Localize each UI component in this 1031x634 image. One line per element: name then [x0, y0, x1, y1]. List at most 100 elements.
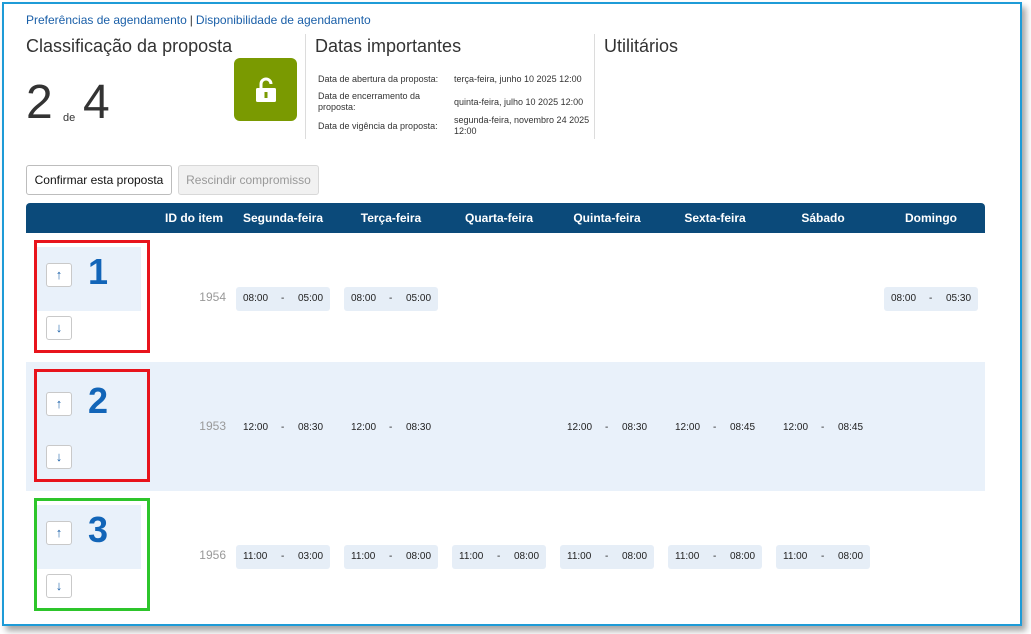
time-slot-start: 11:00 — [459, 551, 484, 562]
time-slot-dash: - — [389, 293, 393, 304]
time-slot: 11:00 - 08:00 — [452, 545, 546, 569]
time-slot-end: 08:00 — [838, 551, 864, 562]
table-row: ↑ ↓ 1 1954 08:00 - 05:00 08:00 - 05:00 08:00 - 05:30 — [26, 233, 985, 362]
scheduling-availability-link[interactable]: Disponibilidade de agendamento — [196, 13, 371, 27]
time-slot: 08:00 - 05:00 — [344, 287, 438, 311]
important-dates-title: Datas importantes — [315, 36, 462, 56]
time-slot-dash: - — [497, 551, 501, 562]
move-up-button[interactable]: ↑ — [46, 263, 72, 287]
header-friday: Sexta-feira — [684, 211, 746, 225]
time-slot: 11:00 - 08:00 — [668, 545, 762, 569]
header-wednesday: Quarta-feira — [464, 211, 534, 225]
ranking-title: Classificação da proposta — [26, 36, 233, 56]
time-slot: 08:00 - 05:30 — [884, 287, 978, 311]
date-row-effective: Data de vigência da proposta: segunda-fe… — [316, 114, 596, 138]
arrow-down-icon: ↓ — [55, 578, 63, 593]
time-slot-start: 11:00 — [783, 551, 808, 562]
time-slot-dash: - — [713, 422, 717, 433]
time-slot: 12:00 - 08:30 — [344, 416, 438, 440]
time-slot-dash: - — [821, 551, 825, 562]
confirm-proposal-button[interactable]: Confirmar esta proposta — [26, 165, 172, 195]
time-slot-end: 08:00 — [622, 551, 648, 562]
header-saturday: Sábado — [801, 211, 845, 225]
move-down-button[interactable]: ↓ — [46, 445, 72, 469]
item-id-cell: 1953 — [199, 419, 226, 433]
time-slot-start: 12:00 — [567, 422, 593, 433]
time-slot-start: 08:00 — [891, 293, 917, 304]
time-slot-dash: - — [389, 551, 393, 562]
time-slot-end: 03:00 — [298, 551, 324, 562]
row-rank-number: 3 — [88, 509, 109, 550]
time-slot-start: 08:00 — [243, 293, 269, 304]
time-slot-start: 08:00 — [351, 293, 377, 304]
time-slot-dash: - — [605, 551, 609, 562]
rescind-commitment-button[interactable]: Rescindir compromisso — [178, 165, 319, 195]
time-slot-dash: - — [821, 422, 825, 433]
table-row: ↑ ↓ 2 1953 12:00 - 08:30 12:00 - 08:30 12:00 - 08:30… — [26, 362, 985, 491]
move-up-button[interactable]: ↑ — [46, 521, 72, 545]
header-sunday: Domingo — [905, 211, 957, 225]
time-slot-end: 08:45 — [838, 422, 864, 433]
date-value: terça-feira, junho 10 2025 12:00 — [454, 73, 582, 84]
time-slot-end: 05:00 — [298, 293, 324, 304]
arrow-down-icon: ↓ — [55, 449, 63, 464]
time-slot-dash: - — [281, 293, 285, 304]
row-rank-number: 1 — [88, 251, 109, 292]
move-up-button[interactable]: ↑ — [46, 392, 72, 416]
time-slot-dash: - — [929, 293, 933, 304]
time-slot: 12:00 - 08:30 — [236, 416, 330, 440]
time-slot-start: 11:00 — [567, 551, 592, 562]
date-label: Data de encerramento da proposta: — [318, 91, 421, 112]
arrow-up-icon: ↑ — [55, 267, 63, 282]
item-id-cell: 1954 — [199, 290, 226, 304]
move-down-button[interactable]: ↓ — [46, 316, 72, 340]
time-slot: 11:00 - 03:00 — [236, 545, 330, 569]
time-slot-end: 08:30 — [406, 422, 432, 433]
date-value: segunda-feira, novembro 24 2025 12:00 — [454, 115, 590, 136]
time-slot: 12:00 - 08:30 — [560, 416, 654, 440]
time-slot-start: 11:00 — [675, 551, 700, 562]
ranking-total: 4 — [83, 76, 110, 129]
time-slot-end: 05:30 — [946, 293, 972, 304]
unlock-button[interactable] — [234, 58, 297, 121]
ranking-of-label: de — [63, 112, 76, 124]
item-id-cell: 1956 — [199, 548, 226, 562]
time-slot-end: 08:30 — [298, 422, 324, 433]
time-slot-end: 08:00 — [406, 551, 432, 562]
time-slot: 11:00 - 08:00 — [776, 545, 870, 569]
arrow-up-icon: ↑ — [55, 525, 63, 540]
table-row: ↑ ↓ 3 1956 11:00 - 03:00 11:00 - 08:00 11:00 - 08:00… — [26, 491, 985, 620]
arrow-down-icon: ↓ — [55, 320, 63, 335]
important-dates-table: Data de abertura da proposta: terça-feir… — [316, 68, 596, 138]
header-thursday: Quinta-feira — [573, 211, 641, 225]
time-slot-dash: - — [605, 422, 609, 433]
time-slot-start: 12:00 — [351, 422, 377, 433]
date-label: Data de abertura da proposta: — [318, 73, 439, 84]
time-slot-start: 11:00 — [243, 551, 268, 562]
time-slot-dash: - — [713, 551, 717, 562]
utilities-title: Utilitários — [604, 36, 679, 56]
time-slot: 11:00 - 08:00 — [344, 545, 438, 569]
date-row-closing: Data de encerramento da proposta: quinta… — [316, 90, 596, 114]
proposal-ranking-panel: Preferências de agendamento | Disponibilid… — [2, 2, 1022, 626]
move-down-button[interactable]: ↓ — [46, 574, 72, 598]
unlock-icon — [255, 77, 276, 102]
time-slot: 12:00 - 08:45 — [668, 416, 762, 440]
time-slot-dash: - — [281, 551, 285, 562]
section-divider — [594, 34, 595, 139]
time-slot-start: 11:00 — [351, 551, 376, 562]
date-label: Data de vigência da proposta: — [318, 120, 438, 131]
time-slot-dash: - — [389, 422, 393, 433]
time-slot-end: 08:30 — [622, 422, 648, 433]
section-divider — [305, 34, 306, 139]
row-rank-number: 2 — [88, 380, 109, 421]
link-separator: | — [189, 13, 193, 27]
header-monday: Segunda-feira — [242, 211, 323, 225]
ranking-current: 2 — [26, 76, 53, 129]
header-tuesday: Terça-feira — [360, 211, 422, 225]
arrow-up-icon: ↑ — [55, 396, 63, 411]
time-slot: 12:00 - 08:45 — [776, 416, 870, 440]
scheduling-preferences-link[interactable]: Preferências de agendamento — [26, 13, 187, 27]
time-slot: 11:00 - 08:00 — [560, 545, 654, 569]
time-slot-end: 08:00 — [514, 551, 540, 562]
